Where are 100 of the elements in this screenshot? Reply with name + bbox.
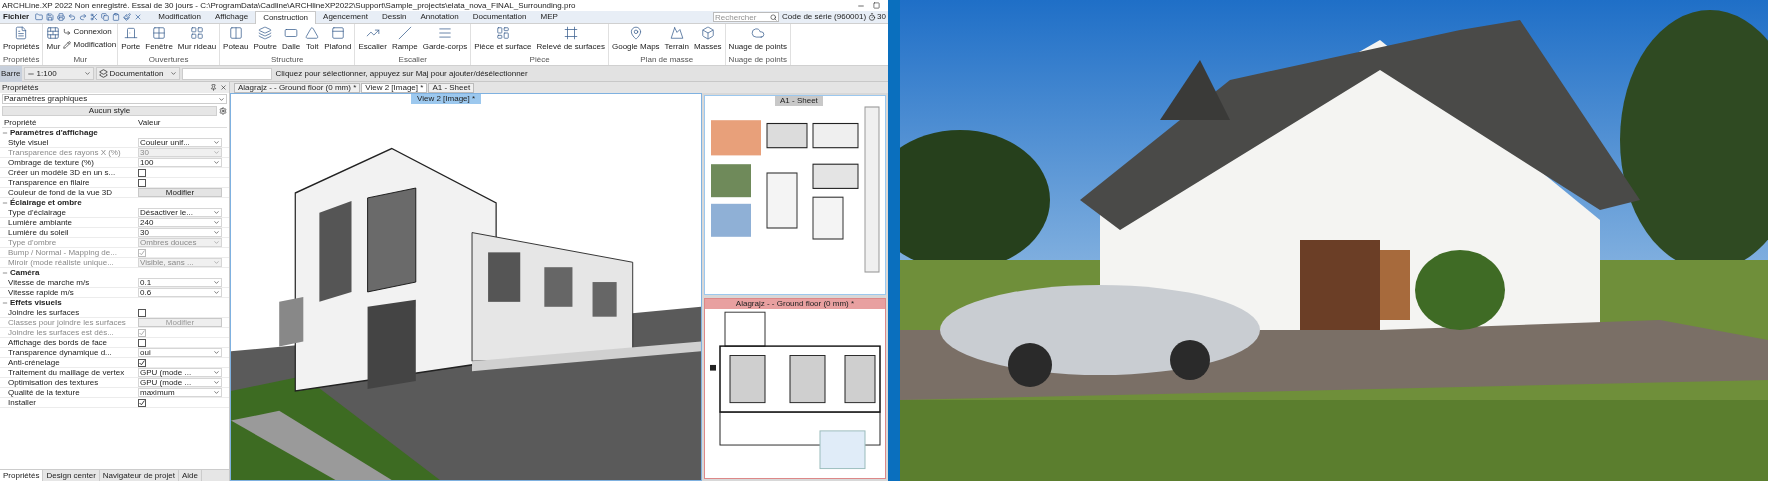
search-field[interactable]: Rechercher — [713, 12, 780, 22]
value-dropdown[interactable]: 30 — [138, 228, 222, 237]
collapse-icon[interactable] — [2, 270, 8, 276]
value-dropdown[interactable]: 0.1 — [138, 278, 222, 287]
cube-icon — [700, 26, 715, 40]
value-dropdown[interactable]: oui — [138, 348, 222, 357]
ribbon-tool[interactable]: Poteau — [221, 26, 251, 52]
ribbon-tool[interactable]: Pièce et surface — [472, 26, 534, 52]
ribbon-tool[interactable]: Escalier — [356, 26, 389, 52]
category-dropdown[interactable]: Paramètres graphiques — [2, 94, 227, 104]
cloud-icon — [750, 26, 765, 40]
redo-icon[interactable] — [79, 13, 88, 21]
ribbon-tool[interactable]: Porte — [119, 26, 143, 52]
folder-icon[interactable] — [35, 13, 44, 21]
panel-title: Propriétés — [2, 82, 39, 93]
ribbon-tool[interactable]: Fenêtre — [143, 26, 175, 52]
collapse-icon[interactable] — [2, 200, 8, 206]
checkbox[interactable] — [138, 398, 146, 407]
panel-tab[interactable]: Aide — [178, 470, 202, 481]
style-button[interactable]: Aucun style — [2, 106, 217, 116]
corner-icon — [63, 28, 72, 36]
ribbon-tool[interactable]: Terrain — [662, 26, 692, 52]
settings-icon[interactable] — [219, 107, 227, 115]
column-header: Propriété — [3, 117, 38, 128]
ribbon-tool[interactable]: Garde-corps — [420, 26, 470, 52]
document-tab[interactable]: A1 - Sheet — [428, 83, 475, 93]
ribbon-tab[interactable]: Agencement — [316, 10, 375, 24]
ribbon-tab[interactable]: Annotation — [413, 10, 466, 24]
ribbon-tab[interactable]: Dessin — [375, 10, 414, 24]
ribbon-tab[interactable]: Modification — [151, 10, 208, 24]
scale-dropdown[interactable]: 1:100 — [23, 67, 94, 80]
group-label: Structure — [270, 55, 305, 65]
panel-tab[interactable]: Navigateur de projet — [99, 470, 179, 481]
property-name: Installer — [8, 397, 37, 408]
value-dropdown[interactable]: maximum — [138, 388, 222, 397]
clipboard-icon[interactable] — [112, 13, 121, 21]
ribbon-tool[interactable]: Masses — [692, 26, 724, 52]
ribbon-tool[interactable]: Dalle — [280, 26, 303, 52]
ribbon-tool[interactable]: Connexion — [63, 27, 117, 37]
pencil-icon — [63, 41, 72, 49]
collapse-icon[interactable] — [2, 300, 8, 306]
panel-tab[interactable]: Propriétés — [0, 470, 44, 481]
group-label: Pièce — [528, 55, 551, 65]
column-icon — [228, 26, 243, 40]
checkbox[interactable] — [138, 168, 146, 177]
modify-button[interactable]: Modifier — [138, 188, 222, 197]
ribbon-tool[interactable]: Rampe — [389, 26, 420, 52]
ribbon-tool[interactable]: Google Maps — [610, 26, 662, 52]
document-tab[interactable]: Alagrajz - - Ground floor (0 mm) * — [234, 83, 361, 93]
group-label: Plan de masse — [639, 55, 695, 65]
property-name: Bump / Normal - Mapping de... — [8, 247, 118, 258]
scissors-icon[interactable] — [90, 13, 99, 21]
search-icon[interactable] — [770, 13, 778, 21]
property-name: Créer un modèle 3D en un s... — [8, 167, 117, 178]
property-name: Transparence en filaire — [8, 177, 91, 188]
ribbon-tool[interactable]: Mur rideau — [175, 26, 219, 52]
document-tab[interactable]: View 2 [Image] * — [361, 83, 428, 93]
ribbon-tool[interactable]: Plafond — [322, 26, 354, 52]
value-dropdown[interactable]: GPU (mode ... — [138, 368, 222, 377]
close-icon[interactable] — [134, 13, 143, 21]
checkbox[interactable] — [138, 308, 146, 317]
undo-icon[interactable] — [68, 13, 77, 21]
restore-icon[interactable] — [873, 1, 880, 9]
ribbon-tab[interactable]: Affichage — [207, 10, 256, 24]
value-dropdown[interactable]: 0.6 — [138, 288, 222, 297]
ribbon-tool[interactable]: Modification — [63, 40, 117, 50]
property-name: Transparence des rayons X (%) — [8, 147, 122, 158]
ribbon-tab[interactable]: Documentation — [465, 10, 534, 24]
checkbox[interactable] — [138, 178, 146, 187]
pin-icon[interactable] — [210, 84, 217, 91]
value-dropdown[interactable]: 240 — [138, 218, 222, 227]
ribbon-tool[interactable]: Propriétés — [1, 26, 42, 52]
property-name: Couleur de fond de la vue 3D — [8, 187, 114, 198]
printer-icon[interactable] — [57, 13, 66, 21]
ribbon-tool[interactable]: Poutre — [251, 26, 280, 52]
copy-icon[interactable] — [101, 13, 110, 21]
checkbox[interactable] — [138, 358, 146, 367]
brush-icon[interactable] — [123, 13, 132, 21]
ribbon-tool[interactable]: Relevé de surfaces — [534, 26, 607, 52]
ribbon-tool[interactable]: Nuage de points — [726, 26, 789, 52]
chevron-down-icon — [169, 70, 177, 77]
ribbon-tool[interactable]: Toit — [303, 26, 322, 52]
ribbon-tool[interactable]: Mur — [44, 26, 63, 52]
plan-title: Alagrajz - - Ground floor (0 mm) * — [705, 299, 885, 309]
property-name: Vitesse de marche m/s — [8, 277, 91, 288]
file-menu[interactable]: Fichier — [0, 12, 33, 22]
chevron-down-icon — [218, 95, 225, 103]
value-dropdown[interactable]: Désactiver le... — [138, 208, 222, 217]
close-icon[interactable] — [220, 84, 227, 91]
value-dropdown[interactable]: Couleur unif... — [138, 138, 222, 147]
panel-tab[interactable]: Design center — [43, 470, 100, 481]
slab-icon — [284, 26, 299, 40]
command-field[interactable] — [181, 67, 272, 80]
collapse-icon[interactable] — [2, 130, 8, 136]
layer-dropdown[interactable]: Documentation — [95, 67, 180, 80]
checkbox[interactable] — [138, 338, 146, 347]
save-icon[interactable] — [46, 13, 55, 21]
ribbon-tab[interactable]: MEP — [533, 10, 565, 24]
value-dropdown[interactable]: GPU (mode ... — [138, 378, 222, 387]
value-dropdown[interactable]: 100 — [138, 158, 222, 167]
